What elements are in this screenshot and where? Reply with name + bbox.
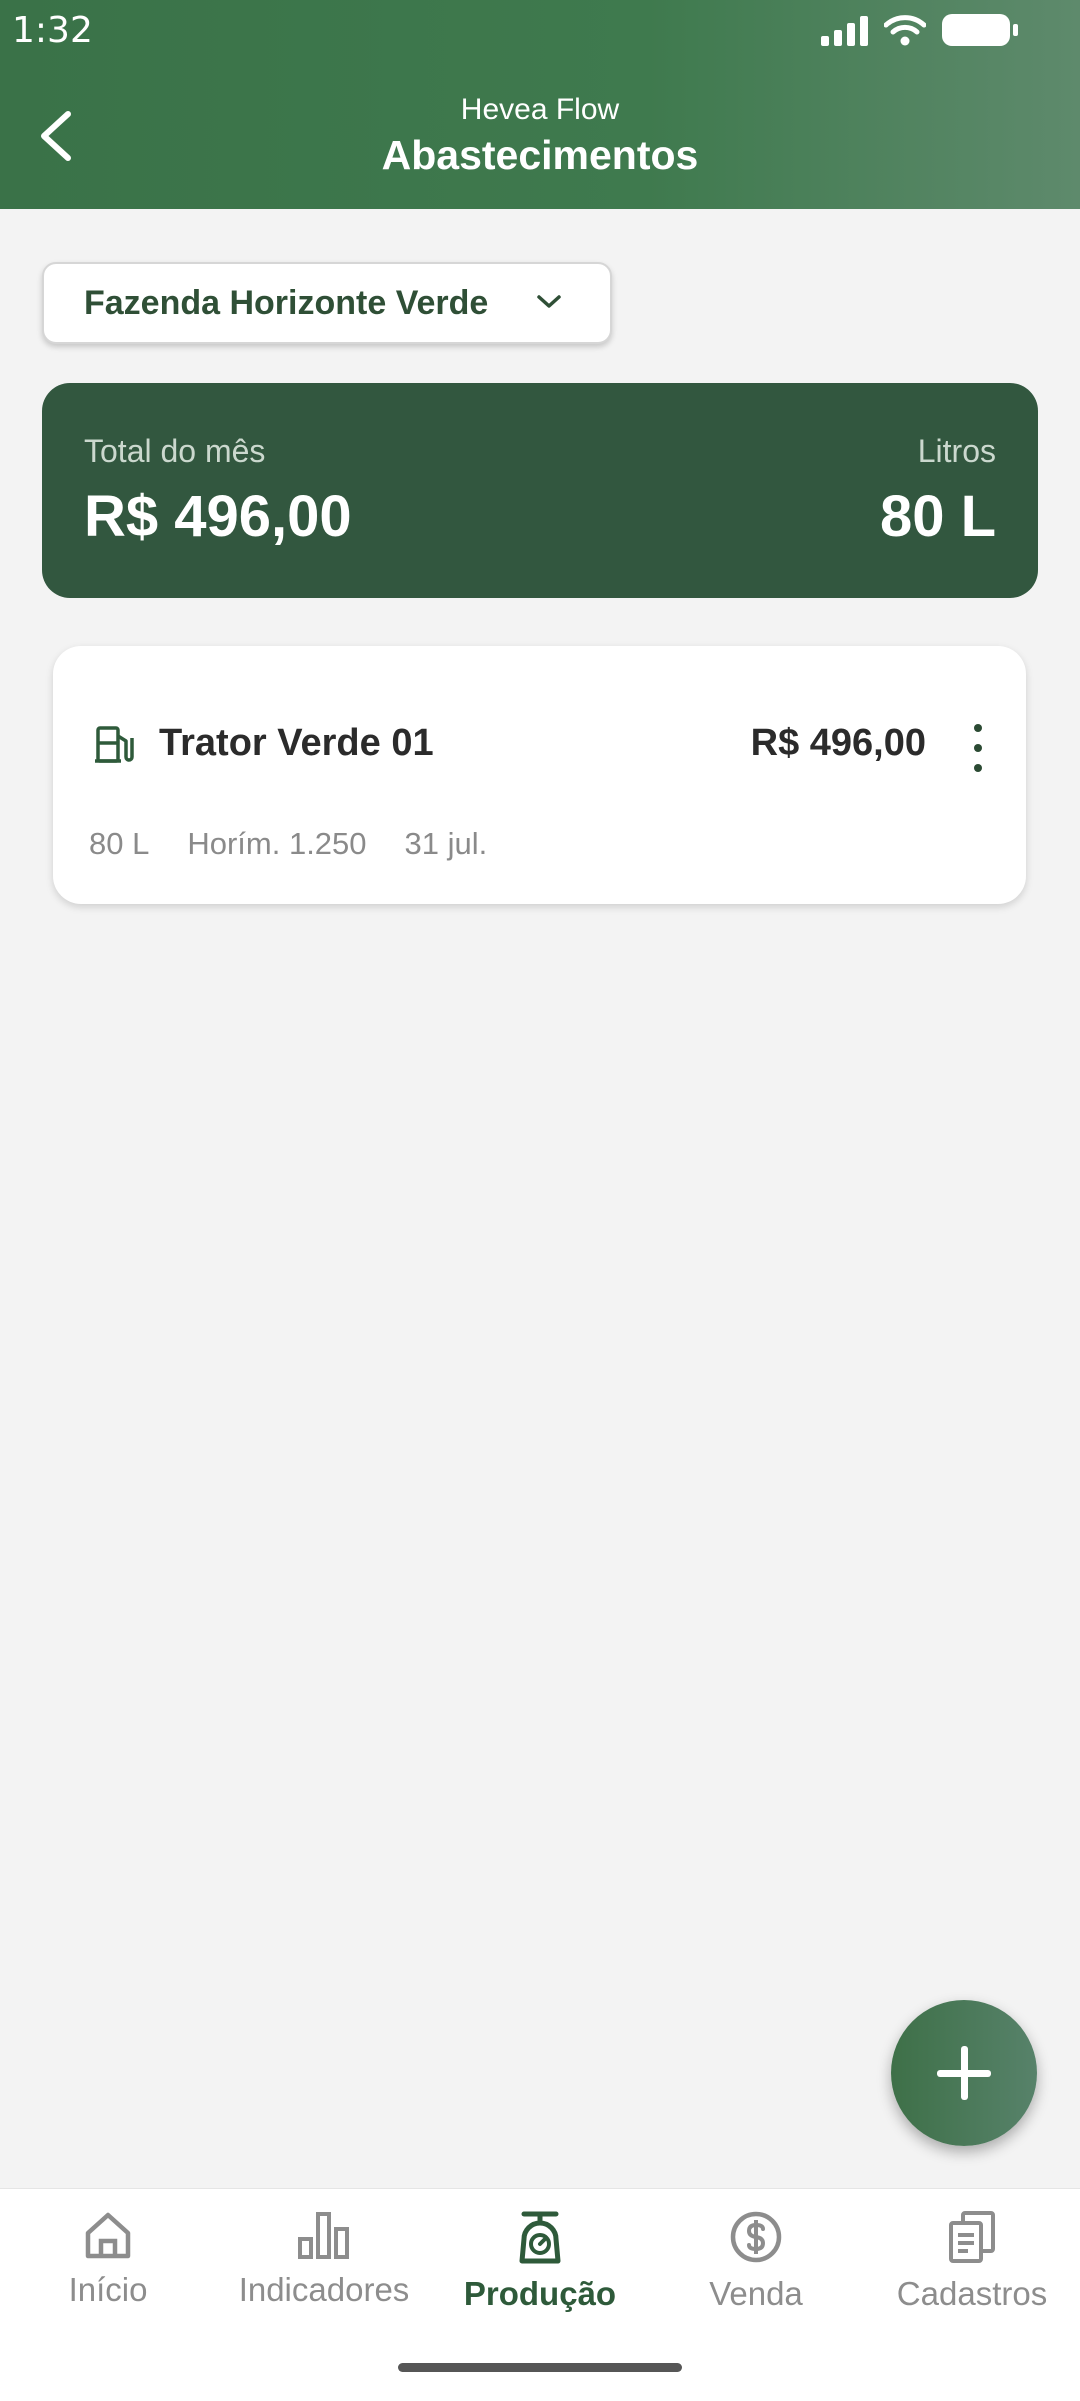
nav-item-producao[interactable]: Produção [440, 2209, 640, 2313]
nav-label-venda: Venda [709, 2275, 803, 2312]
nav-item-inicio[interactable]: Início [8, 2209, 208, 2309]
monthly-summary-card: Total do mês R$ 496,00 Litros 80 L [42, 383, 1038, 598]
home-indicator[interactable] [398, 2363, 682, 2372]
entry-hourmeter: Horím. 1.250 [187, 826, 367, 861]
documents-icon [949, 2211, 995, 2263]
signal-icon [821, 14, 868, 46]
bar-chart-icon [298, 2212, 349, 2259]
nav-item-venda[interactable]: Venda [656, 2209, 856, 2313]
entry-details: 80 L Horím. 1.250 31 jul. [89, 826, 487, 862]
battery-icon [942, 14, 1018, 46]
farm-dropdown[interactable]: Fazenda Horizonte Verde [42, 262, 612, 344]
wifi-icon [884, 15, 926, 46]
total-label: Total do mês [84, 433, 266, 469]
app-header: 1:32 Hevea Flow Abastecimentos [0, 0, 1080, 209]
fuel-pump-icon [95, 726, 134, 763]
home-icon [85, 2212, 131, 2259]
dollar-circle-icon [730, 2211, 782, 2263]
nav-item-indicadores[interactable]: Indicadores [224, 2209, 424, 2309]
more-options-icon[interactable] [968, 724, 988, 772]
liters-label: Litros [917, 433, 996, 469]
app-name: Hevea Flow [460, 93, 620, 126]
nav-label-cadastros: Cadastros [896, 2275, 1048, 2312]
entry-liters: 80 L [89, 826, 150, 861]
nav-item-cadastros[interactable]: Cadastros [872, 2209, 1072, 2313]
nav-label-inicio: Início [68, 2271, 148, 2308]
scale-icon [519, 2211, 561, 2264]
chevron-down-icon [537, 295, 561, 308]
vehicle-name: Trator Verde 01 [159, 722, 434, 764]
add-fueling-button[interactable] [891, 2000, 1037, 2146]
entry-date: 31 jul. [404, 826, 488, 861]
liters-value: 80 L [879, 484, 996, 549]
status-time: 1:32 [12, 10, 93, 51]
farm-dropdown-value: Fazenda Horizonte Verde [84, 283, 489, 322]
status-icons [821, 14, 1018, 46]
page-title: Abastecimentos [381, 132, 699, 178]
nav-label-indicadores: Indicadores [238, 2271, 410, 2308]
nav-label-producao: Produção [463, 2275, 617, 2312]
total-value: R$ 496,00 [84, 484, 352, 549]
entry-amount: R$ 496,00 [750, 722, 926, 764]
fuel-entry-card[interactable]: Trator Verde 01 R$ 496,00 80 L Horím. 1.… [53, 646, 1026, 904]
